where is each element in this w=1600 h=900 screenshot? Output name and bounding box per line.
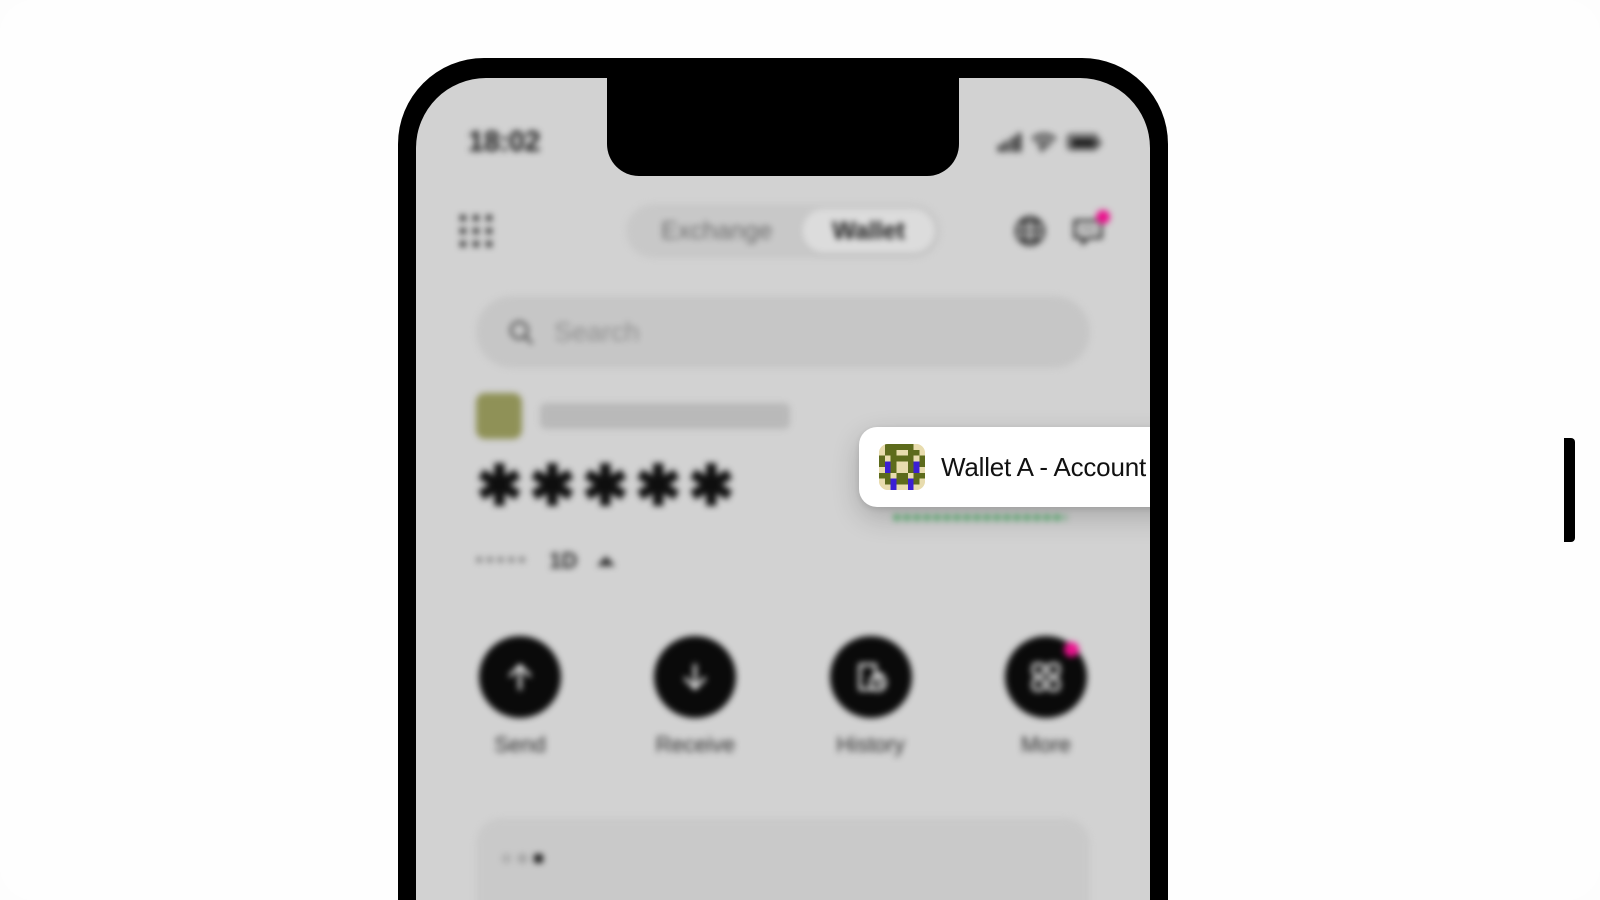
time-range-label[interactable]: 1D xyxy=(549,548,577,574)
account-selector-card[interactable]: Wallet A - Account 01 xyxy=(859,427,1150,507)
triangle-up-icon xyxy=(597,556,616,566)
grid-squares-icon xyxy=(1031,662,1061,692)
pagination-dot[interactable] xyxy=(502,854,511,863)
canvas: 18:02 Exchange Wallet Search ✱✱✱✱✱ •••••… xyxy=(0,0,1600,900)
phone-device-frame: 18:02 Exchange Wallet Search ✱✱✱✱✱ •••••… xyxy=(398,58,1575,900)
pagination-dot[interactable] xyxy=(518,854,527,863)
chat-bubble-icon[interactable] xyxy=(1070,210,1110,249)
balance-subrow: ••••• 1D xyxy=(476,548,1090,574)
account-name-label: Wallet A - Account 01 xyxy=(941,451,1150,482)
nav-right-icons xyxy=(1012,210,1110,249)
status-time: 18:02 xyxy=(468,125,541,158)
more-button[interactable] xyxy=(1004,636,1087,718)
receive-button[interactable] xyxy=(654,636,737,718)
document-clock-icon xyxy=(858,663,887,692)
search-icon xyxy=(509,320,533,345)
send-button[interactable] xyxy=(479,636,561,718)
action-label-history: History xyxy=(836,732,905,757)
pixel-identicon-avatar xyxy=(879,444,925,490)
status-icons xyxy=(997,132,1101,152)
chat-notification-badge xyxy=(1096,210,1110,224)
battery-full-icon xyxy=(1067,134,1101,150)
balance-sparkline xyxy=(894,515,1066,520)
arrow-down-icon xyxy=(684,663,707,690)
arrow-up-icon xyxy=(509,664,531,691)
pagination-dot-active[interactable] xyxy=(534,854,543,863)
apps-grid-icon[interactable] xyxy=(460,215,492,247)
action-more[interactable]: More xyxy=(986,636,1106,758)
search-placeholder: Search xyxy=(554,316,640,347)
action-send[interactable]: Send xyxy=(460,636,580,758)
balance-change-masked: ••••• xyxy=(476,550,530,571)
quick-actions: Send Receive History More xyxy=(460,636,1106,758)
globe-icon[interactable] xyxy=(1012,213,1048,249)
more-notification-badge xyxy=(1063,642,1079,657)
tab-wallet[interactable]: Wallet xyxy=(802,209,935,253)
wifi-icon xyxy=(1031,132,1057,152)
card-pagination-dots[interactable] xyxy=(502,854,543,863)
action-label-send: Send xyxy=(494,732,546,757)
power-button[interactable] xyxy=(1564,438,1575,542)
action-history[interactable]: History xyxy=(811,636,931,758)
phone-screen: 18:02 Exchange Wallet Search ✱✱✱✱✱ •••••… xyxy=(416,78,1150,900)
search-input[interactable]: Search xyxy=(476,296,1090,368)
screenshot-stage: 18:02 Exchange Wallet Search ✱✱✱✱✱ •••••… xyxy=(0,0,1600,900)
cellular-signal-icon xyxy=(997,132,1021,152)
exchange-wallet-segmented-control[interactable]: Exchange Wallet xyxy=(626,204,940,258)
app-top-nav: Exchange Wallet xyxy=(416,198,1150,264)
promo-card[interactable] xyxy=(476,818,1090,900)
history-button[interactable] xyxy=(829,636,912,718)
action-label-more: More xyxy=(1020,732,1072,757)
action-label-receive: Receive xyxy=(655,732,736,757)
action-receive[interactable]: Receive xyxy=(635,636,755,758)
display-notch xyxy=(607,78,959,176)
tab-exchange[interactable]: Exchange xyxy=(631,209,802,253)
